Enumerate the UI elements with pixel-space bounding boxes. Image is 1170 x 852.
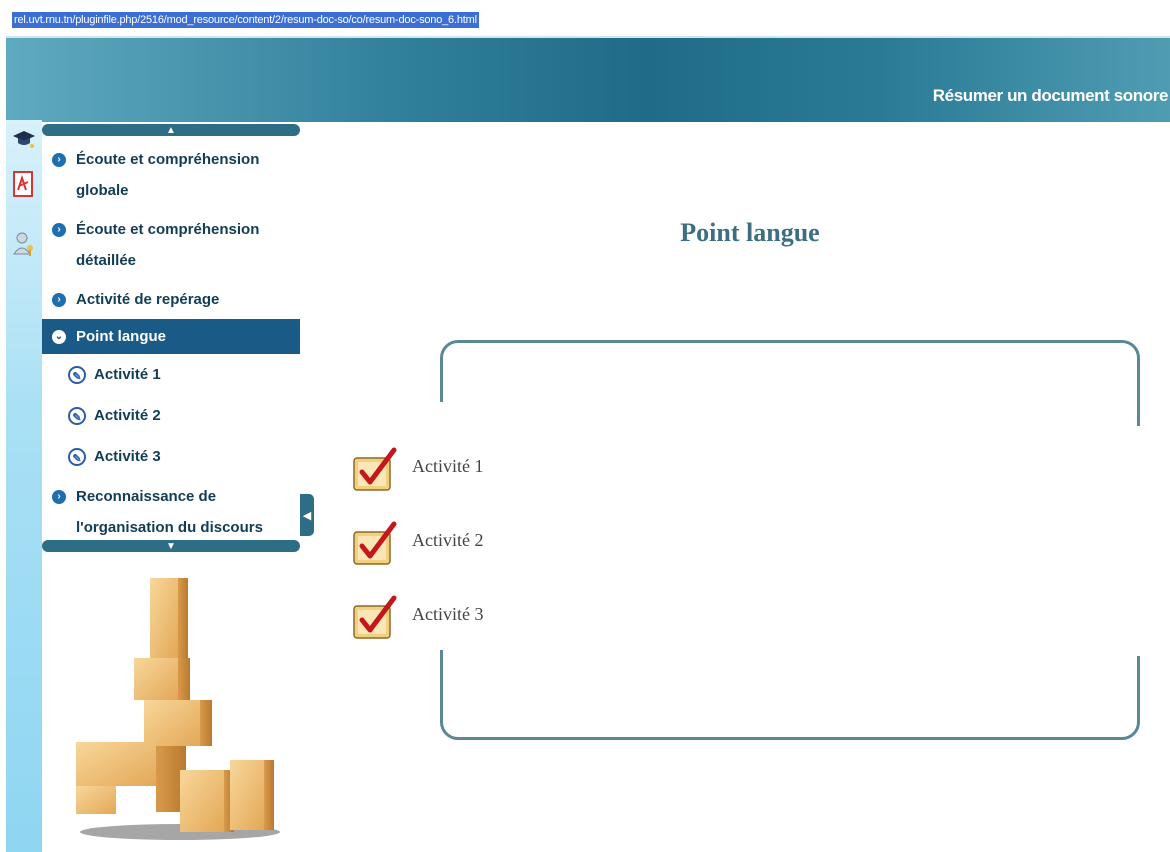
chevron-right-icon: › bbox=[52, 153, 66, 167]
nav-item-point-langue[interactable]: ⌄ Point langue bbox=[42, 319, 300, 354]
checkbox-check-icon bbox=[353, 521, 397, 565]
nav-item-label: Activité de repérage bbox=[76, 291, 220, 308]
nav-subitem-label: Activité 2 bbox=[94, 407, 161, 424]
frame-gap bbox=[1134, 426, 1144, 656]
page-header-title: Résumer un document sonore bbox=[932, 86, 1169, 105]
activity-label: Activité 1 bbox=[412, 455, 484, 476]
url-text[interactable]: rel.uvt.rnu.tn/pluginfile.php/2516/mod_r… bbox=[12, 12, 479, 28]
collapse-panel-button[interactable]: ◀ bbox=[300, 494, 314, 536]
stacked-boxes-illustration bbox=[76, 578, 280, 840]
nav-item-label: Point langue bbox=[76, 328, 166, 345]
nav-item-ecoute-detaillee[interactable]: › Écoute et compréhension détaillée bbox=[42, 210, 300, 280]
chevron-up-icon: ▲ bbox=[166, 124, 176, 136]
nav-panel: ▲ › Écoute et compréhension globale › Éc… bbox=[42, 124, 300, 552]
scroll-down-button[interactable]: ▼ bbox=[42, 540, 300, 552]
nav-item-organisation-discours[interactable]: › Reconnaissance de l'organisation du di… bbox=[42, 477, 300, 536]
pencil-circle-icon: ✎ bbox=[68, 365, 86, 384]
nav-item-label: Écoute et compréhension globale bbox=[76, 151, 260, 199]
page-title: Point langue bbox=[680, 218, 820, 247]
chevron-right-icon: › bbox=[52, 490, 66, 504]
chevron-down-icon: ▼ bbox=[166, 540, 176, 552]
nav-subitem-activite-3[interactable]: ✎ Activité 3 bbox=[42, 436, 300, 477]
pdf-icon[interactable] bbox=[12, 171, 36, 197]
nav-subitem-activite-1[interactable]: ✎ Activité 1 bbox=[42, 354, 300, 395]
activity-link-1[interactable]: Activité 1 bbox=[350, 444, 483, 498]
nav-item-label: Reconnaissance de l'organisation du disc… bbox=[76, 488, 263, 536]
nav-subitem-label: Activité 3 bbox=[94, 448, 161, 465]
pencil-circle-icon: ✎ bbox=[68, 406, 86, 425]
header-banner: Résumer un document sonore bbox=[6, 36, 1170, 122]
activity-link-2[interactable]: Activité 2 bbox=[350, 518, 483, 572]
graduation-cap-icon[interactable] bbox=[12, 128, 36, 152]
nav-item-label: Écoute et compréhension détaillée bbox=[76, 221, 260, 269]
nav-list: › Écoute et compréhension globale › Écou… bbox=[42, 140, 300, 536]
pencil-circle-icon: ✎ bbox=[68, 447, 86, 466]
chevron-right-icon: › bbox=[52, 293, 66, 307]
scroll-up-button[interactable]: ▲ bbox=[42, 124, 300, 136]
tool-strip bbox=[6, 120, 42, 852]
activity-label: Activité 2 bbox=[412, 529, 484, 550]
content-frame bbox=[440, 340, 1140, 740]
checkbox-check-icon bbox=[353, 595, 397, 639]
chevron-down-icon: ⌄ bbox=[52, 330, 66, 344]
chevron-right-icon: › bbox=[52, 223, 66, 237]
activity-label: Activité 3 bbox=[412, 603, 484, 624]
nav-item-reperage[interactable]: › Activité de repérage bbox=[42, 280, 300, 319]
user-key-icon[interactable] bbox=[12, 232, 36, 256]
checkbox-check-icon bbox=[353, 447, 397, 491]
nav-subitem-label: Activité 1 bbox=[94, 366, 161, 383]
nav-item-ecoute-globale[interactable]: › Écoute et compréhension globale bbox=[42, 140, 300, 210]
nav-subitem-activite-2[interactable]: ✎ Activité 2 bbox=[42, 395, 300, 436]
activity-link-3[interactable]: Activité 3 bbox=[350, 592, 483, 646]
chevron-left-icon: ◀ bbox=[302, 509, 312, 522]
address-bar[interactable]: rel.uvt.rnu.tn/pluginfile.php/2516/mod_r… bbox=[0, 0, 1170, 30]
